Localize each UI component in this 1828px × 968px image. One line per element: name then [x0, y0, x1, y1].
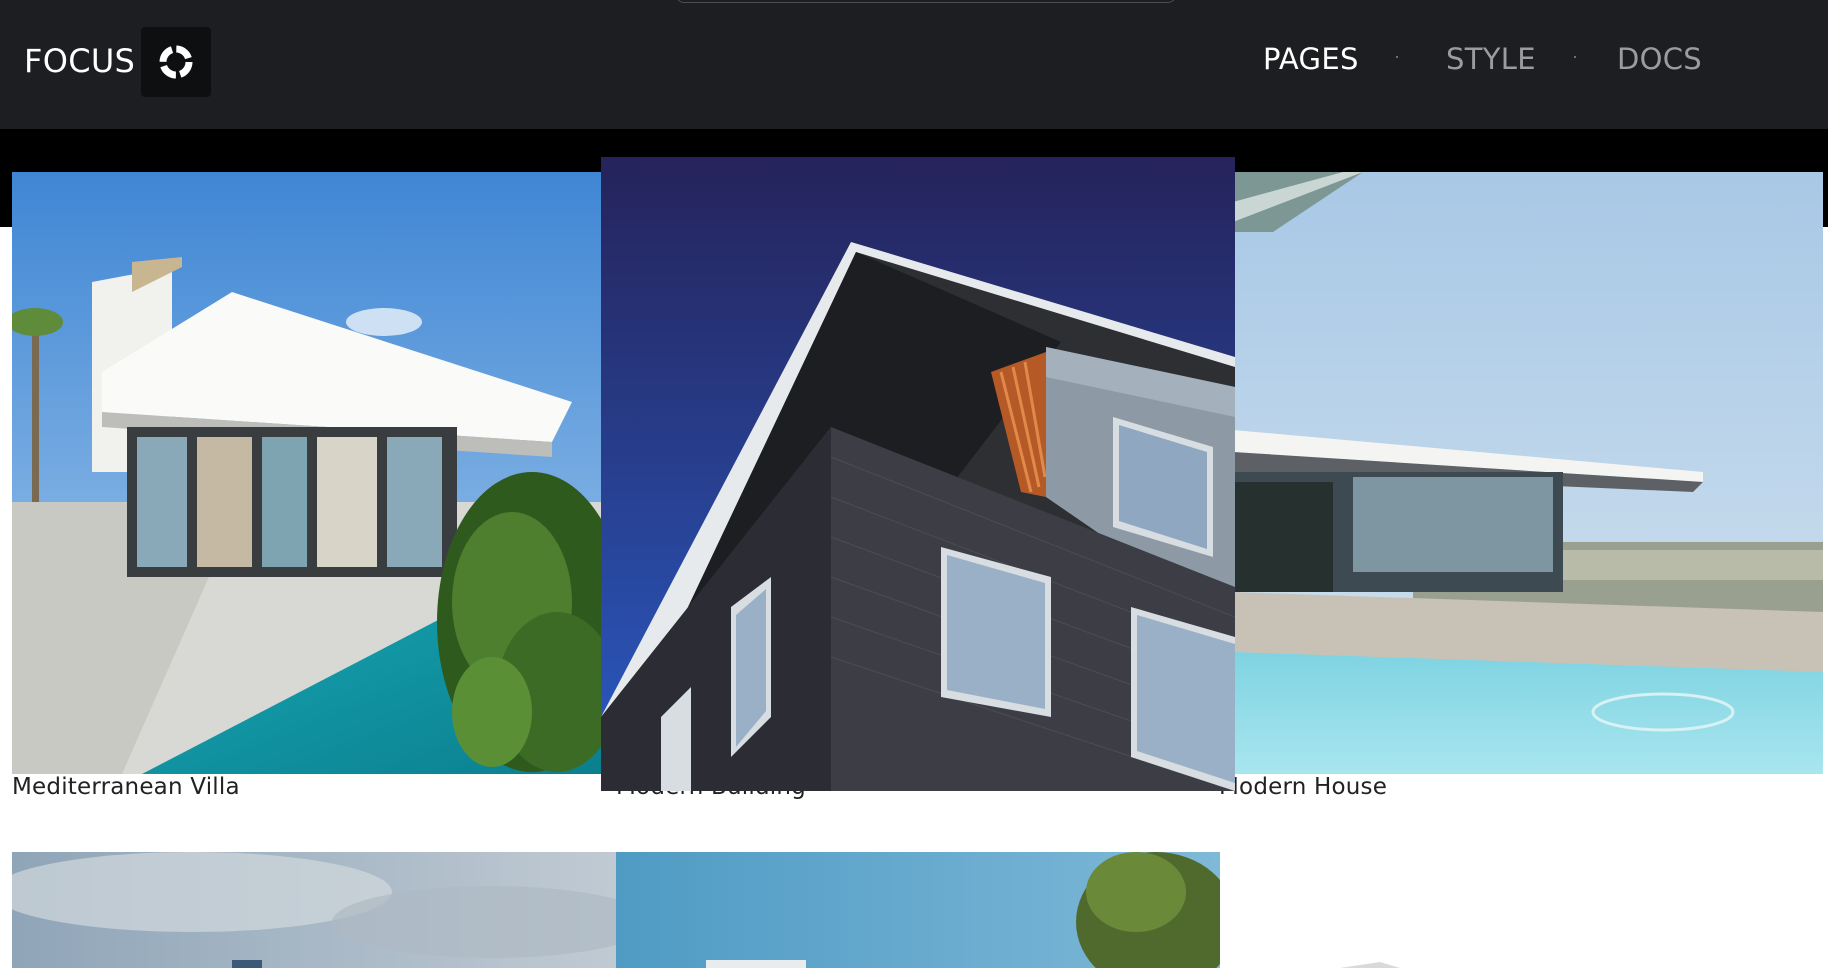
gallery-item-modern-building[interactable] — [601, 157, 1235, 791]
nav-docs[interactable]: DOCS — [1617, 42, 1702, 76]
gallery-item-modern-house[interactable] — [1233, 172, 1823, 774]
gallery-image — [616, 852, 1220, 968]
gallery-item[interactable] — [12, 852, 616, 968]
address-bar-edge — [676, 0, 1176, 3]
top-nav-bar: FOCUS PAGES STYLE DOCS — [0, 0, 1828, 129]
modern-house-image — [1233, 172, 1823, 774]
brand-title[interactable]: FOCUS — [24, 42, 135, 80]
ring-logo-icon[interactable] — [141, 27, 211, 97]
mediterranean-villa-image — [12, 172, 602, 774]
gallery-item[interactable] — [616, 852, 1220, 968]
nav-pages[interactable]: PAGES — [1263, 42, 1359, 76]
gallery-caption[interactable]: Mediterranean Villa — [12, 774, 240, 800]
gallery-item[interactable] — [1220, 852, 1824, 968]
nav-separator — [1574, 56, 1576, 58]
gallery-item-mediterranean-villa[interactable] — [12, 172, 602, 774]
gallery-caption[interactable]: Modern House — [1219, 774, 1387, 800]
nav-style[interactable]: STYLE — [1446, 42, 1536, 76]
modern-building-image — [601, 157, 1235, 791]
nav-separator — [1396, 56, 1398, 58]
gallery-image — [12, 852, 616, 968]
gallery-image — [1220, 852, 1824, 968]
